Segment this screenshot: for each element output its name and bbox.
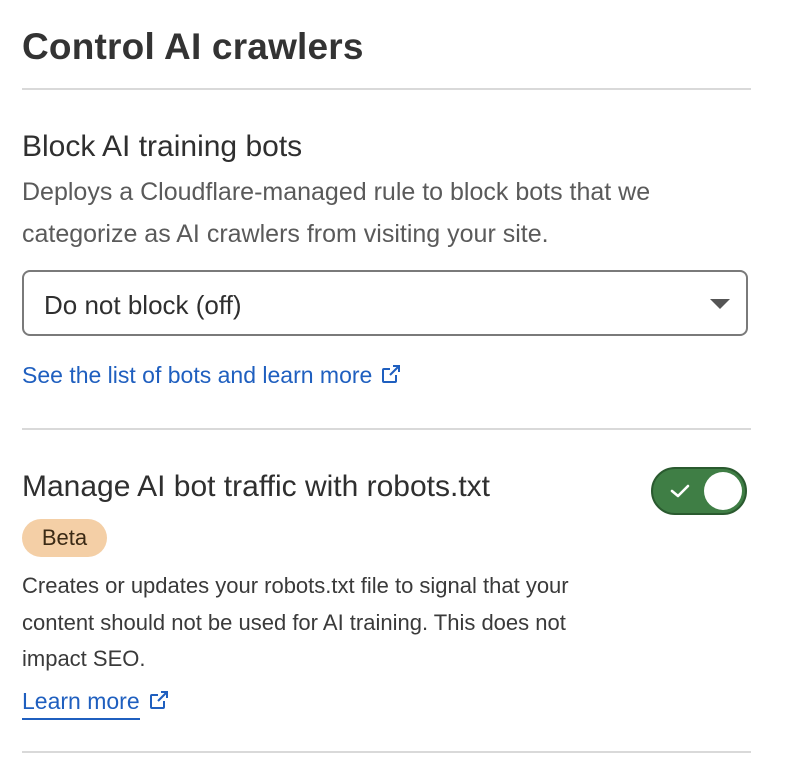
block-mode-select[interactable]: Do not block (off) — [22, 270, 748, 336]
external-link-icon — [380, 363, 402, 391]
control-ai-crawlers-panel: Control AI crawlers Block AI training bo… — [0, 0, 800, 784]
external-link-icon — [148, 689, 170, 717]
divider — [22, 751, 751, 753]
divider — [22, 88, 751, 90]
page-title: Control AI crawlers — [22, 26, 364, 67]
robots-txt-toggle[interactable] — [651, 467, 747, 515]
block-section-description: Deploys a Cloudflare-managed rule to blo… — [22, 178, 651, 248]
check-icon — [669, 482, 691, 505]
block-section-title: Block AI training bots — [22, 130, 303, 163]
bots-list-link-label: See the list of bots and learn more — [22, 362, 373, 388]
learn-more-link[interactable]: Learn more — [22, 688, 170, 720]
learn-more-link-label: Learn more — [22, 688, 140, 720]
robots-section-title: Manage AI bot traffic with robots.txt — [22, 470, 491, 503]
chevron-down-icon — [710, 299, 730, 309]
bots-list-link[interactable]: See the list of bots and learn more — [22, 362, 402, 391]
beta-badge: Beta — [22, 519, 107, 557]
divider — [22, 428, 751, 430]
toggle-knob — [704, 472, 742, 510]
select-value: Do not block (off) — [44, 290, 242, 320]
robots-section-description: Creates or updates your robots.txt file … — [22, 573, 569, 671]
